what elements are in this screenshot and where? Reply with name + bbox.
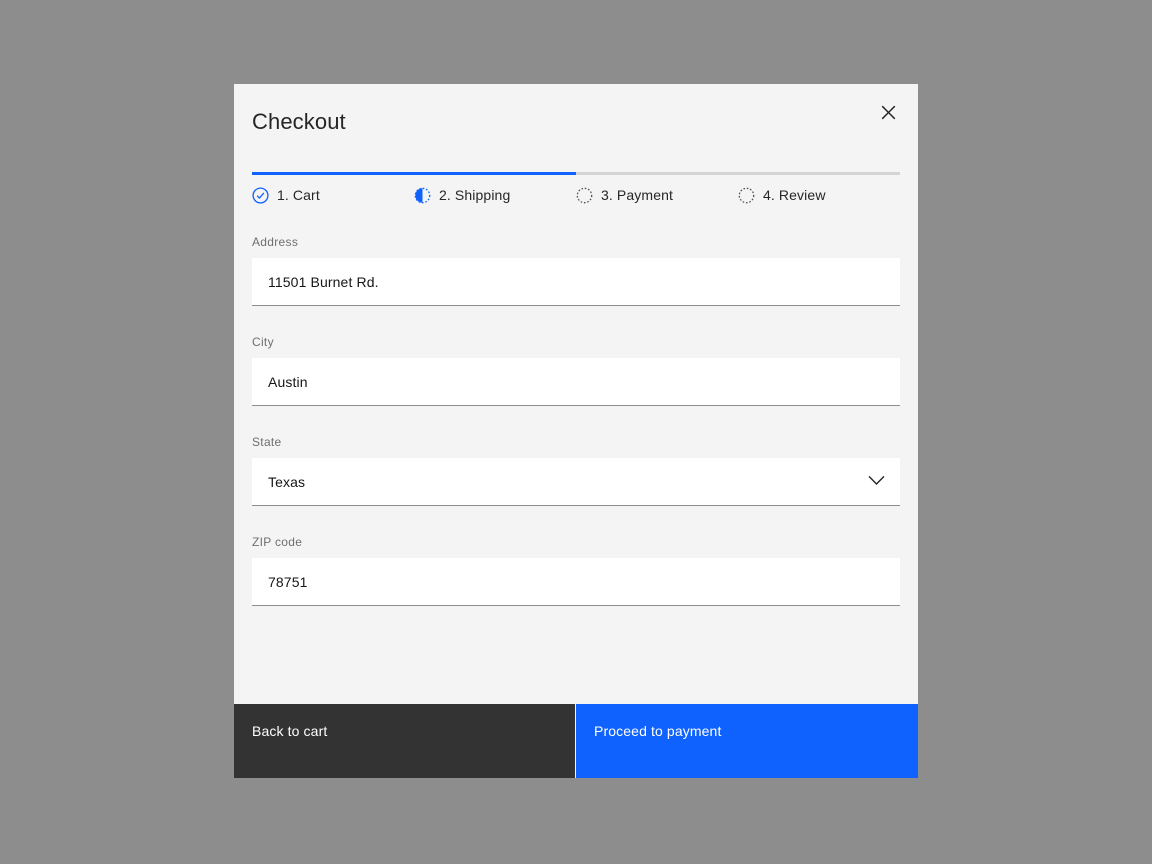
progress-step-shipping[interactable]: 2. Shipping xyxy=(414,186,576,204)
field-state: State Texas xyxy=(252,434,900,506)
field-label: City xyxy=(252,335,274,349)
page-title: Checkout xyxy=(252,109,346,134)
field-label: Address xyxy=(252,235,299,249)
half-circle-icon xyxy=(414,187,431,204)
state-select[interactable]: Texas xyxy=(252,458,900,506)
close-icon xyxy=(881,105,896,120)
field-address: Address 11501 Burnet Rd. xyxy=(252,234,900,306)
dotted-circle-icon xyxy=(738,187,755,204)
progress-step-label: 2. Shipping xyxy=(439,187,511,203)
modal-header: Checkout xyxy=(234,84,918,172)
field-label: State xyxy=(252,435,282,449)
city-input[interactable]: Austin xyxy=(252,358,900,406)
progress-step-cart[interactable]: 1. Cart xyxy=(252,186,414,204)
checkmark-circle-icon xyxy=(252,186,269,204)
chevron-down-icon xyxy=(868,473,885,491)
progress-steps: 1. Cart 2. Shipping 3. Payment 4. Review xyxy=(252,186,900,204)
dotted-circle-icon xyxy=(576,187,593,204)
field-city: City Austin xyxy=(252,334,900,406)
field-zip-code: ZIP code 78751 xyxy=(252,534,900,606)
shipping-form: Address 11501 Burnet Rd. City Austin Sta… xyxy=(234,204,918,704)
field-label: ZIP code xyxy=(252,535,303,549)
progress-track xyxy=(252,172,900,175)
progress-fill xyxy=(252,172,576,175)
back-to-cart-button[interactable]: Back to cart xyxy=(234,704,576,778)
proceed-to-payment-button[interactable]: Proceed to payment xyxy=(576,704,918,778)
progress-indicator: 1. Cart 2. Shipping 3. Payment 4. Review xyxy=(234,172,918,204)
field-value: 78751 xyxy=(268,573,308,590)
close-button[interactable] xyxy=(864,88,912,136)
checkout-modal: Checkout 1. Cart 2. Shipping 3. Payment … xyxy=(234,84,918,778)
field-value: 11501 Burnet Rd. xyxy=(268,273,379,290)
modal-footer: Back to cart Proceed to payment xyxy=(234,704,918,778)
address-input[interactable]: 11501 Burnet Rd. xyxy=(252,258,900,306)
zip-code-input[interactable]: 78751 xyxy=(252,558,900,606)
field-value: Texas xyxy=(268,473,306,490)
progress-step-label: 3. Payment xyxy=(601,187,674,203)
progress-step-label: 1. Cart xyxy=(277,187,320,203)
progress-step-review[interactable]: 4. Review xyxy=(738,186,900,204)
field-value: Austin xyxy=(268,373,308,390)
progress-step-label: 4. Review xyxy=(763,187,826,203)
progress-step-payment[interactable]: 3. Payment xyxy=(576,186,738,204)
